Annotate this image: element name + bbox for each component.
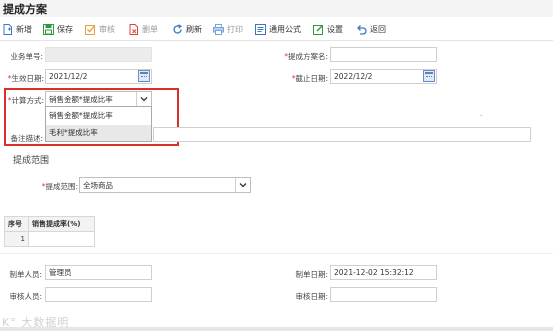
new-button[interactable]: 新增: [2, 20, 32, 38]
save-icon: [43, 23, 54, 35]
plan-name-field[interactable]: [330, 47, 437, 62]
checkbox-icon: [85, 24, 96, 35]
end-date-field[interactable]: 2022/12/2: [330, 69, 437, 84]
start-date-field[interactable]: 2021/12/2: [45, 69, 152, 84]
toolbar-separator: [0, 40, 553, 41]
scope-select[interactable]: 全场商品: [79, 177, 251, 193]
doc-no-label: 业务单号:: [10, 52, 43, 61]
scope-label: *提成范围:: [41, 182, 78, 191]
dot-mark: .: [480, 110, 483, 118]
audit-date-field: [330, 287, 437, 302]
footer-divider: [0, 253, 553, 254]
table-row[interactable]: 1: [4, 231, 95, 247]
end-date-label: *截止日期:: [291, 74, 328, 83]
toolbar: 新增 保存 审核 删单 刷新 打印 通用公式 设置 返回: [0, 20, 553, 38]
formula-button[interactable]: 通用公式: [255, 20, 301, 38]
bottom-bar: [0, 327, 553, 331]
print-button[interactable]: 打印: [213, 20, 243, 38]
remark-label: 备注描述:: [10, 134, 43, 143]
printer-icon: [213, 23, 224, 35]
delete-file-icon: [129, 23, 138, 35]
audit-button[interactable]: 审核: [85, 20, 115, 38]
back-arrow-icon: [357, 24, 367, 35]
auditor-field: [45, 287, 152, 302]
scope-section-title: 提成范围: [13, 156, 50, 166]
edit-icon: [313, 24, 323, 35]
table-cell: 1: [4, 231, 29, 247]
refresh-button[interactable]: 刷新: [172, 20, 202, 38]
title-bar: 提成方案: [0, 0, 553, 17]
page: 提成方案 新增 保存 审核 删单 刷新 打印 通用公式 设置 返回 业务单号: …: [0, 0, 553, 331]
maker-field: 管理员: [45, 265, 152, 280]
settings-button[interactable]: 设置: [313, 20, 343, 38]
new-file-icon: [3, 23, 12, 35]
refresh-icon: [173, 23, 183, 34]
audit-date-label: 审核日期:: [295, 292, 328, 301]
table-cell[interactable]: [28, 231, 95, 247]
auditor-label: 审核人员:: [9, 292, 42, 301]
column-header: 销售提成率(%): [28, 216, 95, 232]
delete-button[interactable]: 删单: [128, 20, 158, 38]
plan-name-label: *提成方案名:: [284, 52, 328, 61]
page-title: 提成方案: [3, 3, 47, 16]
maker-label: 制单人员:: [9, 270, 42, 279]
save-button[interactable]: 保存: [43, 20, 73, 38]
form-icon: [255, 23, 266, 35]
doc-no-field[interactable]: [45, 47, 152, 62]
back-button[interactable]: 返回: [356, 20, 386, 38]
calendar-icon[interactable]: [138, 70, 150, 82]
make-date-label: 制单日期:: [295, 270, 328, 279]
calendar-icon[interactable]: [423, 70, 435, 82]
column-header: 序号: [4, 216, 29, 232]
chevron-down-icon[interactable]: [235, 178, 250, 192]
make-date-field: 2021-12-02 15:32:12: [330, 265, 437, 280]
start-date-label: *生效日期:: [7, 74, 44, 83]
remark-field[interactable]: [153, 127, 531, 142]
commission-table: 序号 销售提成率(%) 1: [4, 216, 95, 247]
table-header-row: 序号 销售提成率(%): [4, 216, 95, 232]
